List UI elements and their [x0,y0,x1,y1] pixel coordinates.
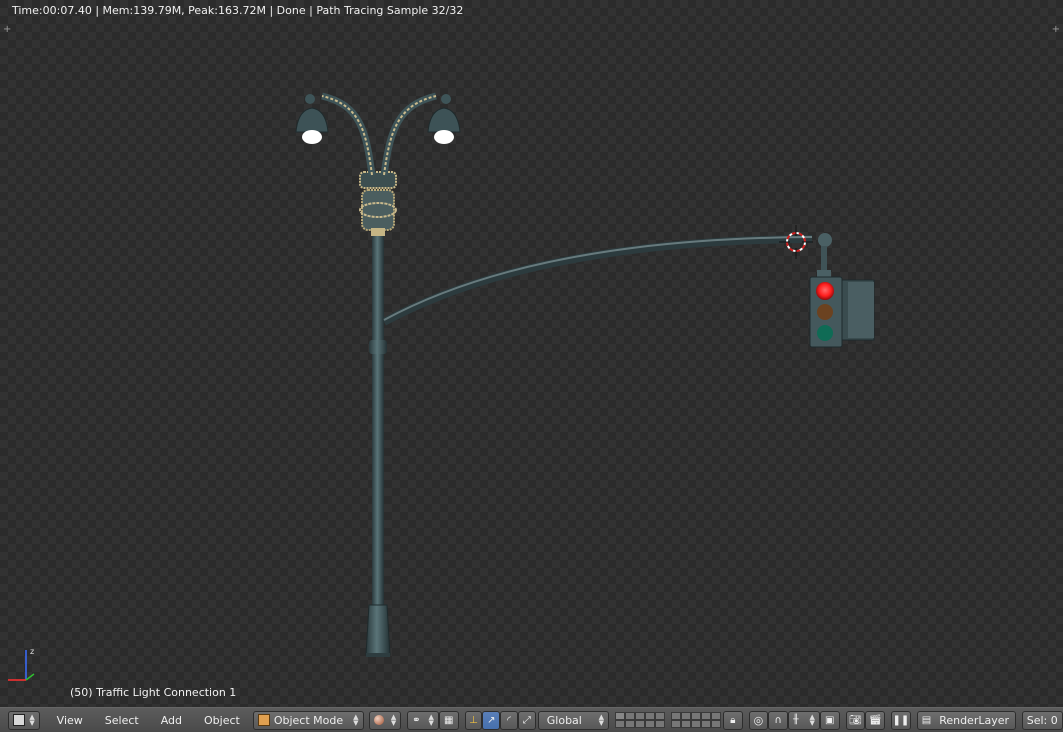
red-signal [816,282,834,300]
layer-button[interactable] [614,720,625,728]
lamp-pole [359,171,397,657]
traffic-mast-arm [382,233,832,326]
snap-element-selector[interactable]: ╫ ▲ ▼ [788,710,820,730]
layer-button[interactable] [624,712,635,720]
render-layer-selector[interactable]: ▤ RenderLayer [916,710,1016,730]
lamp-head-left [295,107,329,144]
pivot-only-locations-button[interactable]: ▦ [438,710,459,730]
magnet-icon: ∩ [774,714,782,726]
mode-label: Object Mode [273,713,344,727]
traffic-light [809,276,875,348]
render-layer-label: RenderLayer [939,713,1010,727]
lamp-head-right [427,107,461,144]
layer-button[interactable] [690,720,701,728]
editor-type-selector[interactable]: ▲ ▼ [8,710,40,730]
transform-orientation-selector[interactable]: Global ▲ ▼ [537,710,609,730]
rotate-manipulator-button[interactable]: ◜ [500,710,518,730]
layer-button[interactable] [614,712,625,720]
lock-layers-button[interactable]: 🔒︎ [722,710,743,730]
layer-button[interactable] [710,720,721,728]
manipulator-axes-icon: ⊥ [469,714,478,726]
snap-increment-icon: ╫ [793,715,799,725]
proportional-editing-button[interactable]: ◎ [748,710,769,730]
viewport-shading-selector[interactable]: ▲ ▼ [369,710,402,730]
3d-view-icon [13,714,25,726]
selection-count: Sel: 0 [1021,710,1063,730]
scene-layers-group-1[interactable] [614,712,665,728]
pause-icon: ❚❚ [892,714,910,726]
snap-target-button[interactable]: ▣ [819,710,840,730]
layer-button[interactable] [680,720,691,728]
layer-button[interactable] [634,712,645,720]
menu-view[interactable]: View [46,714,94,727]
layer-button[interactable] [654,720,665,728]
green-signal [817,325,833,341]
traffic-light-render [295,92,875,657]
orientation-label: Global [546,713,582,727]
scene-layers-group-2[interactable] [670,712,721,728]
menu-select[interactable]: Select [94,714,150,727]
mode-selector[interactable]: Object Mode ▲ ▼ [252,710,364,730]
dropdown-arrows-icon: ▲ ▼ [809,713,815,727]
layer-button[interactable] [634,720,645,728]
amber-signal [817,304,833,320]
layer-button[interactable] [710,712,721,720]
translate-manipulator-button[interactable]: ↗ [482,710,501,730]
dropdown-arrows-icon: ▲ ▼ [353,713,359,727]
active-object-info: (50) Traffic Light Connection 1 [70,686,237,699]
menu-object[interactable]: Object [193,714,251,727]
layer-button[interactable] [624,720,635,728]
3d-view-header: ▲ ▼ View Select Add Object Object Mode ▲ ▼… [0,707,1063,732]
menu-add[interactable]: Add [150,714,193,727]
dropdown-arrows-icon: ▲ ▼ [390,713,397,727]
opengl-render-animation-button[interactable]: 🎬︎ [865,710,886,730]
manipulator-toggle-button[interactable]: ⊥ [464,710,483,730]
layer-button[interactable] [654,712,665,720]
layer-button[interactable] [690,712,701,720]
layer-button[interactable] [670,720,681,728]
layer-button[interactable] [670,712,681,720]
layer-button[interactable] [700,712,711,720]
snap-grid-icon: ▣ [825,714,835,726]
scale-manipulator-button[interactable]: ⤢ [517,710,536,730]
dropdown-arrows-icon: ▲ ▼ [598,713,604,727]
pivot-icon: ⚭ [412,714,421,726]
sphere-icon [374,715,385,725]
street-lamp-arms [305,92,451,176]
layer-button[interactable] [644,720,655,728]
translate-arrow-icon: ↗ [487,714,496,726]
axis-gizmo: z [8,647,35,681]
proportional-circle-icon: ◎ [753,713,764,727]
clapperboard-icon: 🎬︎ [868,714,882,726]
dropdown-arrows-icon: ▲ ▼ [29,713,35,727]
render-viewport[interactable]: Time:00:07.40 | Mem:139.79M, Peak:163.72… [0,0,1063,708]
svg-text:z: z [30,647,34,656]
selection-count-label: Sel: 0 [1026,713,1058,727]
camera-icon: 📷︎ [849,714,862,726]
render-pause-button[interactable]: ❚❚ [891,710,911,730]
layer-button[interactable] [644,712,655,720]
layer-button[interactable] [700,720,711,728]
snap-toggle-button[interactable]: ∩ [768,710,789,730]
lock-icon: 🔒︎ [730,714,736,726]
dropdown-arrows-icon: ▲ ▼ [428,713,434,727]
opengl-render-image-button[interactable]: 📷︎ [845,710,866,730]
scale-icon: ⤢ [522,714,531,726]
render-layer-icon: ▤ [921,714,932,726]
rotate-arc-icon: ◜ [507,714,511,726]
cube-icon [257,714,270,726]
layer-button[interactable] [680,712,691,720]
pivot-point-selector[interactable]: ⚭ ▲ ▼ [407,710,439,730]
manipulator-grid-icon: ▦ [444,714,454,726]
